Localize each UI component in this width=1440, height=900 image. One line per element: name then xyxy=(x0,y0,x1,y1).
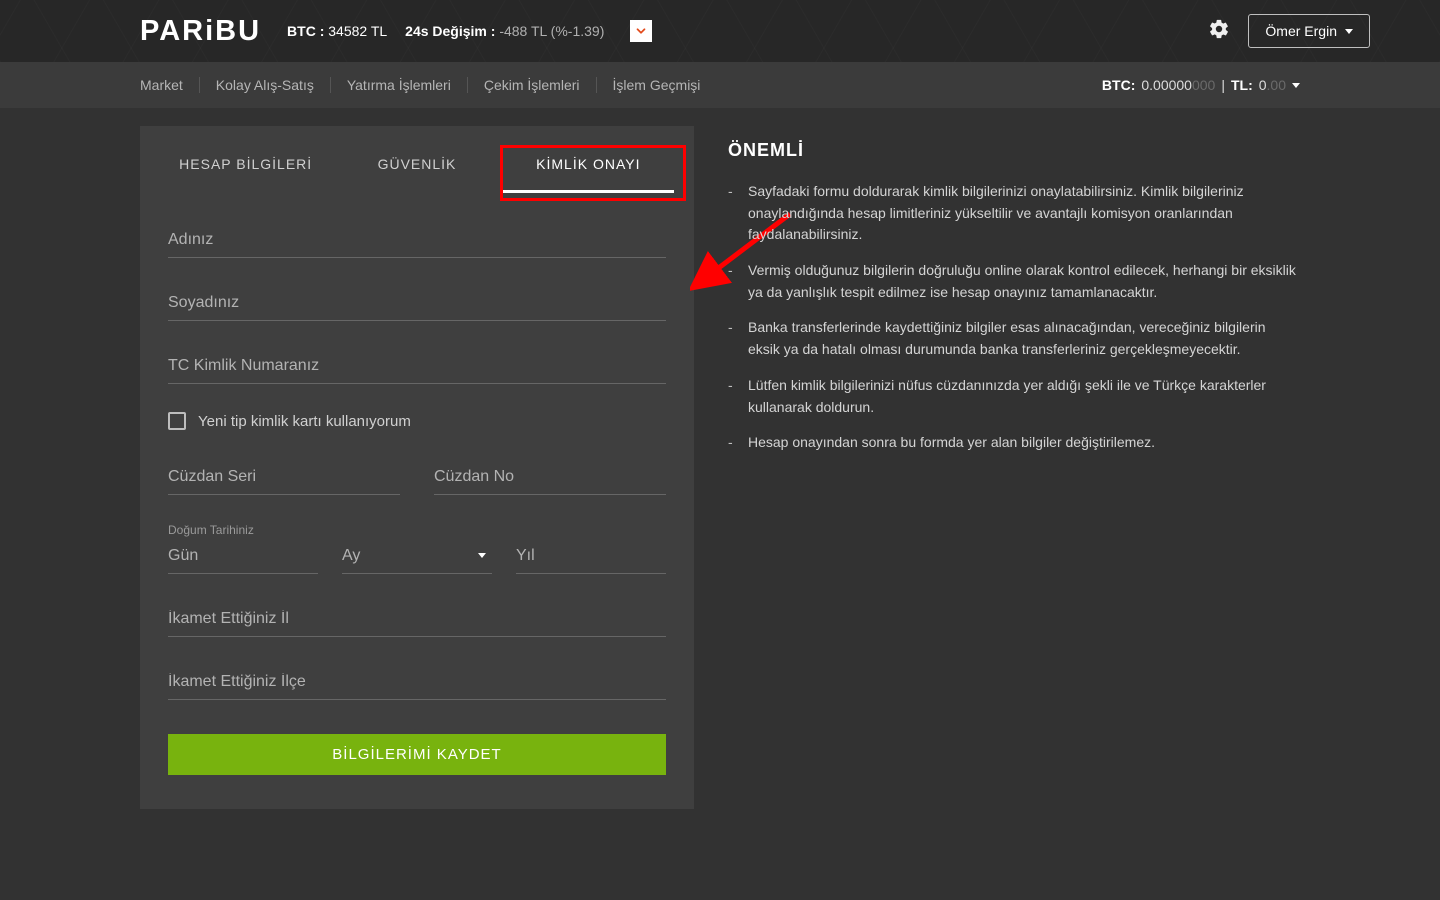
dob-label: Doğum Tarihiniz xyxy=(168,523,666,537)
new-id-card-checkbox[interactable] xyxy=(168,412,186,430)
caret-down-icon xyxy=(1292,83,1300,88)
info-bullet: Hesap onayından sonra bu formda yer alan… xyxy=(728,432,1300,454)
btc-price-value: 34582 TL xyxy=(328,23,387,39)
btc-price: BTC : 34582 TL xyxy=(287,23,387,39)
dob-month-select[interactable] xyxy=(342,539,492,574)
wallet-no-input[interactable] xyxy=(434,460,666,495)
nav-item-easy-trade[interactable]: Kolay Alış-Satış xyxy=(200,77,331,93)
chevron-down-icon xyxy=(634,24,648,38)
btc-price-label: BTC : xyxy=(287,23,324,39)
gear-icon xyxy=(1208,18,1230,40)
dob-year-input[interactable] xyxy=(516,539,666,574)
tab-identity[interactable]: KİMLİK ONAYI xyxy=(503,126,674,193)
top-header: PARiBU BTC : 34582 TL 24s Değişim : -488… xyxy=(0,0,1440,62)
first-name-input[interactable] xyxy=(168,223,666,258)
balance-btc-value: 0.00000000 xyxy=(1141,77,1215,93)
dob-day-input[interactable] xyxy=(168,539,318,574)
ticker-expand-button[interactable] xyxy=(630,20,652,42)
account-tabs: HESAP BİLGİLERİ GÜVENLİK KİMLİK ONAYI xyxy=(160,126,674,193)
info-bullet: Sayfadaki formu doldurarak kimlik bilgil… xyxy=(728,181,1300,246)
logo: PARiBU xyxy=(140,15,261,48)
province-input[interactable] xyxy=(168,602,666,637)
info-bullet: Vermiş olduğunuz bilgilerin doğruluğu on… xyxy=(728,260,1300,303)
info-bullet: Lütfen kimlik bilgilerinizi nüfus cüzdan… xyxy=(728,375,1300,418)
wallet-series-input[interactable] xyxy=(168,460,400,495)
btc-change: 24s Değişim : -488 TL (%-1.39) xyxy=(405,23,604,39)
btc-change-value: -488 TL (%-1.39) xyxy=(499,23,604,39)
nav-bar: Market Kolay Alış-Satış Yatırma İşlemler… xyxy=(0,62,1440,108)
nav-item-withdraw[interactable]: Çekim İşlemleri xyxy=(468,77,597,93)
info-sidebar: ÖNEMLİ Sayfadaki formu doldurarak kimlik… xyxy=(728,126,1300,809)
balance-tl-value: 0.00 xyxy=(1259,77,1286,93)
nav-item-market[interactable]: Market xyxy=(140,77,200,93)
nav-item-deposit[interactable]: Yatırma İşlemleri xyxy=(331,77,468,93)
tab-security[interactable]: GÜVENLİK xyxy=(331,126,502,193)
btc-change-label: 24s Değişim : xyxy=(405,23,495,39)
balance-separator: | xyxy=(1221,77,1225,93)
new-id-card-label: Yeni tip kimlik kartı kullanıyorum xyxy=(198,413,411,430)
tc-id-input[interactable] xyxy=(168,349,666,384)
last-name-input[interactable] xyxy=(168,286,666,321)
settings-button[interactable] xyxy=(1208,18,1230,45)
district-input[interactable] xyxy=(168,665,666,700)
balance-tl-label: TL: xyxy=(1231,77,1253,93)
save-button[interactable]: BİLGİLERİMİ KAYDET xyxy=(168,734,666,775)
info-bullet: Banka transferlerinde kaydettiğiniz bilg… xyxy=(728,317,1300,360)
tab-account-info[interactable]: HESAP BİLGİLERİ xyxy=(160,126,331,193)
account-panel: HESAP BİLGİLERİ GÜVENLİK KİMLİK ONAYI Ye… xyxy=(140,126,694,809)
user-menu-button[interactable]: Ömer Ergin xyxy=(1248,14,1370,48)
info-title: ÖNEMLİ xyxy=(728,140,1300,161)
caret-down-icon xyxy=(1345,29,1353,34)
user-name-label: Ömer Ergin xyxy=(1265,23,1337,39)
balance-btc-label: BTC: xyxy=(1102,77,1135,93)
balances[interactable]: BTC: 0.00000000 | TL: 0.00 xyxy=(1102,77,1300,93)
nav-item-history[interactable]: İşlem Geçmişi xyxy=(597,77,717,93)
